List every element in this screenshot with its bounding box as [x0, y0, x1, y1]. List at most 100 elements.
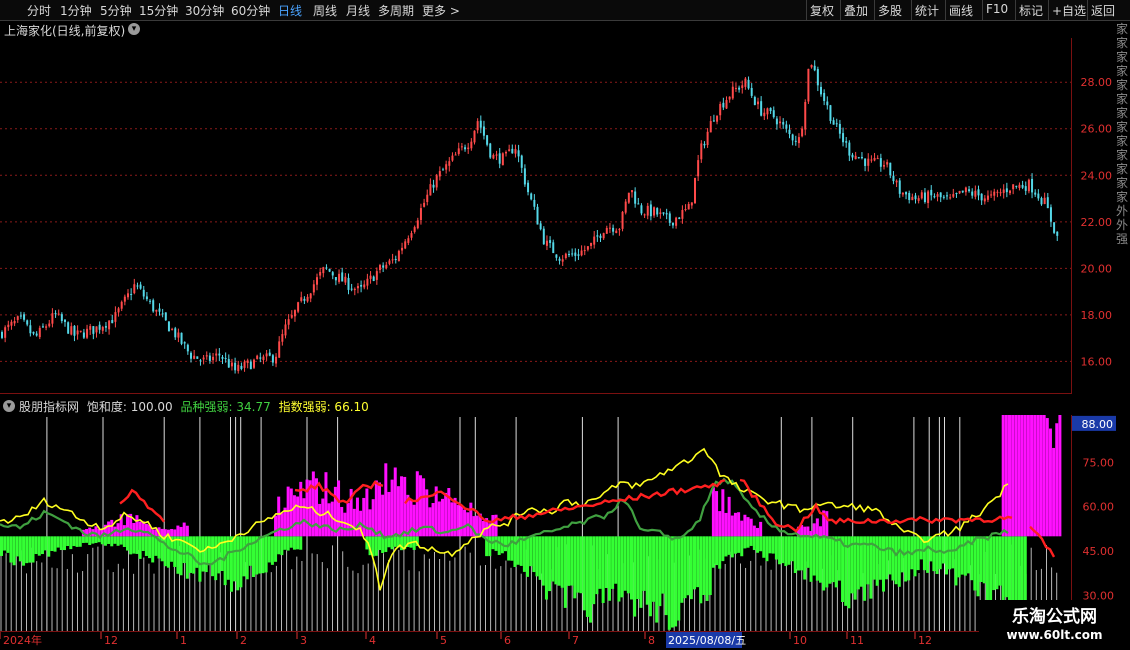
candle-body [656, 208, 659, 215]
magenta-bar [819, 526, 822, 537]
candle-body [757, 101, 759, 105]
toolbar-divider [982, 0, 983, 20]
green-bar [888, 536, 892, 575]
candle-body [1027, 179, 1030, 192]
green-bar [148, 536, 152, 559]
green-bar [718, 536, 722, 569]
candle-body [605, 227, 608, 234]
candle-body [542, 228, 545, 245]
period-tab-2[interactable]: 5分钟 [100, 2, 132, 19]
candle-body [423, 202, 426, 207]
candle-body [596, 235, 599, 237]
period-tab-7[interactable]: 周线 [313, 2, 337, 19]
candle-body [86, 328, 89, 338]
toolbar-action-0[interactable]: 复权 [810, 2, 834, 19]
candle-body [564, 253, 567, 259]
candle-body [722, 102, 725, 108]
green-bar [548, 536, 552, 592]
green-bar [296, 536, 300, 550]
candle-body [98, 324, 101, 330]
candle-body [697, 160, 700, 177]
price-chart[interactable]: ◇ [0, 38, 1072, 394]
candle-body [631, 190, 633, 193]
candle-body [879, 158, 882, 167]
green-bar [592, 536, 596, 605]
magenta-bar [374, 480, 378, 537]
candle-body [508, 149, 511, 152]
candle-body [842, 133, 845, 143]
candle-body [117, 308, 120, 313]
candle-body [262, 356, 265, 361]
period-tab-3[interactable]: 15分钟 [139, 2, 178, 19]
magenta-bar [318, 503, 322, 537]
candle-body [281, 334, 284, 342]
green-bar [34, 536, 38, 555]
candle-body [640, 205, 643, 214]
candle-body [668, 213, 671, 223]
period-tab-5[interactable]: 60分钟 [231, 2, 270, 19]
toolbar-action-2[interactable]: 多股 [878, 2, 902, 19]
candle-body [637, 203, 640, 205]
candle-body [923, 192, 926, 203]
green-bar [642, 536, 646, 591]
toolbar-action-3[interactable]: 统计 [915, 2, 939, 19]
candle-body [961, 190, 964, 193]
candle-body [741, 85, 744, 89]
toolbar-action-1[interactable]: 叠加 [844, 2, 868, 19]
green-bar [535, 536, 539, 577]
candle-body [794, 140, 797, 142]
green-bar [242, 536, 246, 577]
candle-body [845, 141, 848, 143]
toolbar-action-8[interactable]: 返回 [1091, 2, 1115, 19]
candle-body [152, 300, 155, 312]
date-tick-label: 5 [440, 634, 447, 647]
green-bar [693, 536, 696, 590]
period-tab-6[interactable]: 日线 [278, 2, 302, 19]
candle-body [788, 129, 791, 135]
magenta-bar [355, 497, 359, 537]
green-bar [91, 536, 95, 544]
green-bar [674, 536, 678, 627]
candle-body [760, 101, 763, 116]
toolbar-action-4[interactable]: 画线 [949, 2, 973, 19]
period-tab-9[interactable]: 多周期 [378, 2, 414, 19]
candle-body [161, 313, 164, 315]
candle-body [303, 298, 306, 301]
green-bar [277, 536, 281, 555]
candle-body [779, 121, 782, 124]
candle-body [89, 326, 92, 330]
green-bar [954, 536, 958, 586]
toolbar-action-6[interactable]: 标记 [1019, 2, 1043, 19]
magenta-bar [280, 513, 284, 537]
magenta-bar [176, 525, 180, 537]
period-tab-10[interactable]: 更多 > [422, 2, 460, 19]
green-bar [989, 536, 993, 609]
candle-body [369, 275, 372, 279]
magenta-bar [1023, 415, 1027, 537]
candle-body [7, 324, 10, 328]
toolbar-action-7[interactable]: +自选 [1052, 2, 1086, 19]
green-bar [793, 536, 797, 574]
candle-body [791, 134, 794, 141]
green-bar [226, 536, 230, 580]
chevron-down-icon[interactable]: ▾ [128, 23, 140, 35]
candle-body [397, 250, 400, 261]
candle-body [64, 319, 66, 322]
green-bar [557, 536, 561, 586]
period-tab-4[interactable]: 30分钟 [185, 2, 224, 19]
period-tab-1[interactable]: 1分钟 [60, 2, 92, 19]
candle-body [952, 194, 955, 197]
indicator-collapse-icon[interactable]: ▾ [3, 400, 15, 412]
indicator-chart[interactable] [0, 415, 1072, 631]
candle-body [533, 199, 536, 207]
date-axis: 2024年 12 1 2 3 4 5 6 7 8 2025/08/08/五 10 11 12 [0, 631, 979, 648]
candle-body [545, 240, 548, 246]
period-tab-8[interactable]: 月线 [346, 2, 370, 19]
candle-body [920, 192, 923, 199]
toolbar-action-5[interactable]: F10 [986, 2, 1008, 16]
candle-body [278, 341, 281, 358]
green-bar [680, 536, 684, 603]
green-bar [759, 536, 763, 552]
period-tab-0[interactable]: 分时 [27, 2, 51, 19]
green-bar [526, 536, 530, 577]
